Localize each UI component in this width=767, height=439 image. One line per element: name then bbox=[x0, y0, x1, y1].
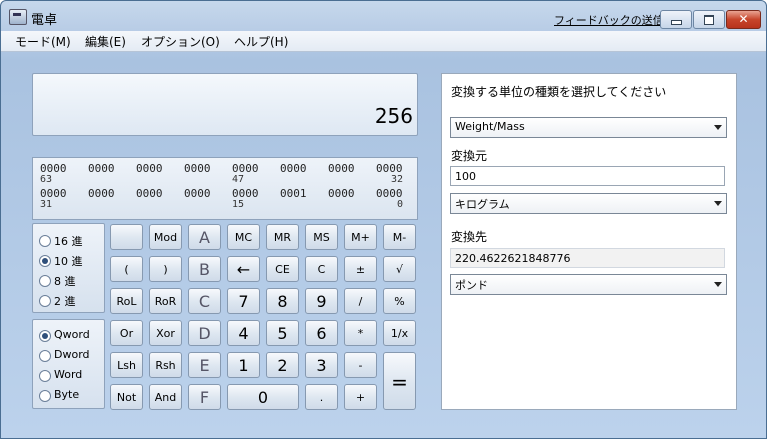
and-button[interactable]: And bbox=[149, 384, 182, 410]
hex-f-button[interactable]: F bbox=[188, 384, 221, 410]
divide-button[interactable]: / bbox=[344, 288, 377, 314]
hex-a-button[interactable]: A bbox=[188, 224, 221, 250]
ms-button[interactable]: MS bbox=[305, 224, 338, 250]
to-unit-select[interactable]: ポンド bbox=[450, 274, 727, 295]
minimize-button[interactable] bbox=[660, 10, 692, 29]
from-label: 変換元 bbox=[451, 149, 488, 163]
calculator-icon bbox=[9, 9, 27, 25]
word-size-group: Qword Dword Word Byte bbox=[32, 319, 105, 409]
bit-display: 0000 0000 0000 0000 0000 0000 0000 0000 … bbox=[32, 157, 418, 220]
menu-mode[interactable]: モード(M) bbox=[15, 33, 71, 50]
bit-row-lower: 0000 0000 0000 0000 0000 0001 0000 0000 bbox=[33, 187, 417, 200]
add-button[interactable]: + bbox=[344, 384, 377, 410]
subtract-button[interactable]: - bbox=[344, 352, 377, 378]
not-button[interactable]: Not bbox=[110, 384, 143, 410]
digit-9-button[interactable]: 9 bbox=[305, 288, 338, 314]
mc-button[interactable]: MC bbox=[227, 224, 260, 250]
hex-b-button[interactable]: B bbox=[188, 256, 221, 282]
digit-4-button[interactable]: 4 bbox=[227, 320, 260, 346]
rol-button[interactable]: RoL bbox=[110, 288, 143, 314]
conversion-prompt: 変換する単位の種類を選択してください bbox=[451, 85, 667, 99]
from-value-input[interactable] bbox=[450, 166, 725, 186]
negate-button[interactable]: ± bbox=[344, 256, 377, 282]
radio-dot bbox=[39, 295, 51, 307]
display-value: 256 bbox=[374, 104, 413, 128]
window-title: 電卓 bbox=[31, 13, 58, 28]
backspace-button[interactable]: ← bbox=[227, 256, 260, 282]
digit-7-button[interactable]: 7 bbox=[227, 288, 260, 314]
digit-1-button[interactable]: 1 bbox=[227, 352, 260, 378]
radio-dot bbox=[39, 390, 51, 402]
reciprocal-button[interactable]: 1/x bbox=[383, 320, 416, 346]
m-minus-button[interactable]: M- bbox=[383, 224, 416, 250]
bit-index: 0 bbox=[397, 199, 404, 210]
bit-index-lower: 31 15 0 bbox=[33, 199, 417, 211]
equals-button[interactable]: = bbox=[383, 352, 416, 410]
clear-button[interactable]: C bbox=[305, 256, 338, 282]
title-bar[interactable]: 電卓 フィードバックの送信 ✕ bbox=[1, 1, 766, 31]
digit-5-button[interactable]: 5 bbox=[266, 320, 299, 346]
rsh-button[interactable]: Rsh bbox=[149, 352, 182, 378]
multiply-button[interactable]: * bbox=[344, 320, 377, 346]
maximize-button[interactable] bbox=[693, 10, 725, 29]
digit-0-button[interactable]: 0 bbox=[227, 384, 299, 410]
close-button[interactable]: ✕ bbox=[726, 10, 761, 29]
or-button[interactable]: Or bbox=[110, 320, 143, 346]
ror-button[interactable]: RoR bbox=[149, 288, 182, 314]
to-label: 変換先 bbox=[451, 230, 488, 244]
hex-e-button[interactable]: E bbox=[188, 352, 221, 378]
hex-c-button[interactable]: C bbox=[188, 288, 221, 314]
digit-8-button[interactable]: 8 bbox=[266, 288, 299, 314]
radio-dot bbox=[39, 235, 51, 247]
lsh-button[interactable]: Lsh bbox=[110, 352, 143, 378]
hex-d-button[interactable]: D bbox=[188, 320, 221, 346]
bit-index: 47 bbox=[232, 174, 245, 185]
menu-options[interactable]: オプション(O) bbox=[141, 33, 220, 50]
ce-button[interactable]: CE bbox=[266, 256, 299, 282]
to-value-output: 220.4622621848776 bbox=[450, 248, 725, 268]
close-paren-button[interactable]: ) bbox=[149, 256, 182, 282]
unit-conversion-panel: 変換する単位の種類を選択してください Weight/Mass 変換元 キログラム… bbox=[441, 73, 737, 410]
from-unit-select[interactable]: キログラム bbox=[450, 193, 727, 214]
bit-index: 63 bbox=[40, 174, 53, 185]
mod-button[interactable]: Mod bbox=[149, 224, 182, 250]
number-base-group: 16 進 10 進 8 進 2 進 bbox=[32, 223, 105, 313]
close-icon: ✕ bbox=[738, 12, 749, 26]
mr-button[interactable]: MR bbox=[266, 224, 299, 250]
open-paren-button[interactable]: ( bbox=[110, 256, 143, 282]
chevron-down-icon bbox=[714, 125, 722, 130]
percent-button[interactable]: % bbox=[383, 288, 416, 314]
sqrt-button[interactable]: √ bbox=[383, 256, 416, 282]
calculator-window: 電卓 フィードバックの送信 ✕ モード(M) 編集(E) オプション(O) ヘル… bbox=[0, 0, 767, 439]
decimal-button[interactable]: . bbox=[305, 384, 338, 410]
menu-bar: モード(M) 編集(E) オプション(O) ヘルプ(H) bbox=[1, 31, 766, 52]
radio-dot bbox=[39, 350, 51, 362]
radio-dot bbox=[39, 255, 51, 267]
radio-dot bbox=[39, 275, 51, 287]
bit-index: 15 bbox=[232, 199, 245, 210]
blank-button bbox=[110, 224, 143, 250]
digit-2-button[interactable]: 2 bbox=[266, 352, 299, 378]
bit-index: 31 bbox=[40, 199, 53, 210]
digit-6-button[interactable]: 6 bbox=[305, 320, 338, 346]
unit-type-select[interactable]: Weight/Mass bbox=[450, 117, 727, 138]
chevron-down-icon bbox=[714, 201, 722, 206]
menu-help[interactable]: ヘルプ(H) bbox=[234, 33, 288, 50]
menu-edit[interactable]: 編集(E) bbox=[85, 33, 126, 50]
maximize-icon bbox=[704, 15, 714, 25]
bit-index: 32 bbox=[391, 174, 404, 185]
chevron-down-icon bbox=[714, 282, 722, 287]
radio-dot bbox=[39, 370, 51, 382]
bit-row-upper: 0000 0000 0000 0000 0000 0000 0000 0000 bbox=[33, 162, 417, 175]
radio-dot bbox=[39, 330, 51, 342]
digit-3-button[interactable]: 3 bbox=[305, 352, 338, 378]
feedback-link[interactable]: フィードバックの送信 bbox=[554, 12, 664, 28]
bit-index-upper: 63 47 32 bbox=[33, 174, 417, 186]
m-plus-button[interactable]: M+ bbox=[344, 224, 377, 250]
xor-button[interactable]: Xor bbox=[149, 320, 182, 346]
minimize-icon bbox=[671, 20, 682, 25]
result-display: 256 bbox=[32, 73, 418, 136]
